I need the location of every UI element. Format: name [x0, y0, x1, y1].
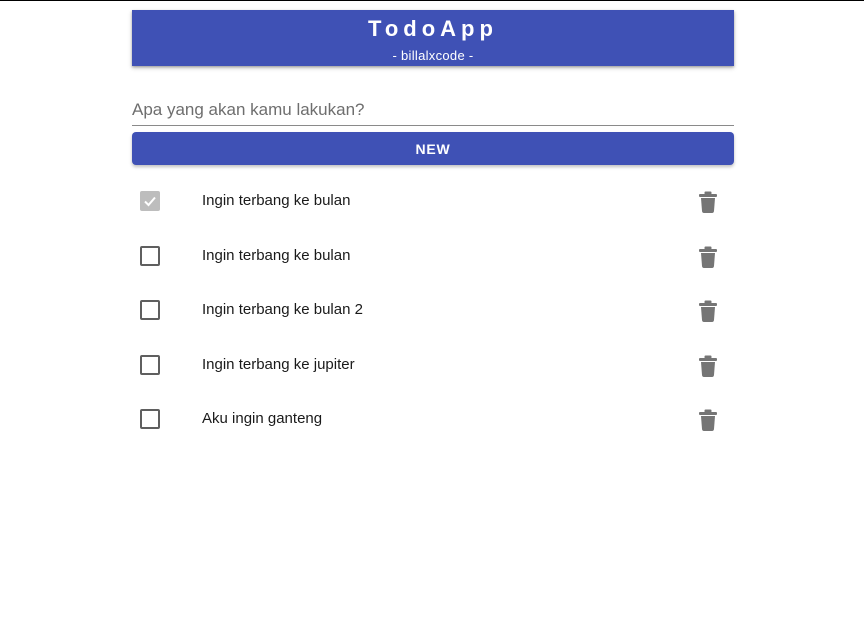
- todo-text: Aku ingin ganteng: [202, 410, 323, 427]
- app-container: TodoApp - billalxcode - NEW Ingin terban…: [132, 10, 734, 447]
- app-header: TodoApp - billalxcode -: [132, 10, 734, 66]
- task-input-wrapper: [132, 97, 734, 126]
- todo-item: Aku ingin ganteng: [132, 392, 734, 447]
- trash-icon[interactable]: [698, 355, 718, 377]
- new-button[interactable]: NEW: [132, 132, 734, 165]
- checkbox-icon[interactable]: [140, 409, 160, 429]
- todo-list: Ingin terbang ke bulan Ingin terbang ke …: [132, 174, 734, 447]
- app-subtitle: - billalxcode -: [392, 48, 474, 63]
- task-input[interactable]: [132, 97, 734, 123]
- checkbox-icon[interactable]: [140, 354, 160, 375]
- checkbox-icon[interactable]: [140, 300, 160, 320]
- trash-icon[interactable]: [698, 300, 718, 322]
- todo-text: Ingin terbang ke bulan: [202, 192, 351, 209]
- todo-item: Ingin terbang ke jupiter: [132, 338, 734, 393]
- checkbox-icon[interactable]: [140, 245, 160, 266]
- todo-item: Ingin terbang ke bulan: [132, 229, 734, 284]
- app-title: TodoApp: [368, 16, 498, 41]
- todo-text: Ingin terbang ke bulan: [202, 246, 351, 264]
- trash-icon[interactable]: [698, 409, 718, 431]
- trash-icon[interactable]: [698, 246, 718, 268]
- todo-item: Ingin terbang ke bulan: [132, 174, 734, 229]
- todo-text: Ingin terbang ke jupiter: [202, 355, 355, 373]
- todo-item: Ingin terbang ke bulan 2: [132, 283, 734, 338]
- trash-icon[interactable]: [698, 191, 718, 213]
- checkbox-icon[interactable]: [140, 191, 160, 211]
- todo-text: Ingin terbang ke bulan 2: [202, 301, 363, 318]
- top-divider: [0, 0, 864, 1]
- check-icon: [144, 196, 156, 207]
